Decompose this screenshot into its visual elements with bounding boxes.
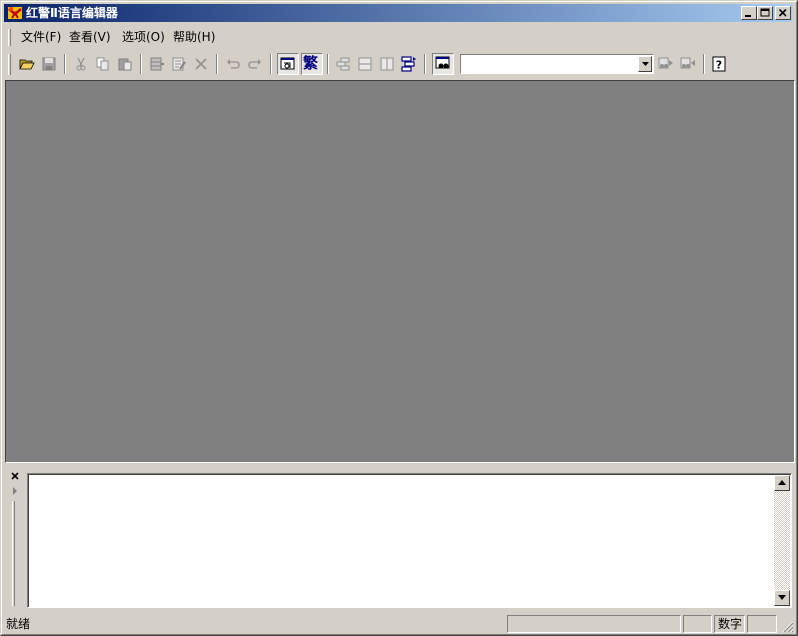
dock-grip[interactable] <box>12 501 15 606</box>
save-icon <box>42 57 56 71</box>
menu-file[interactable]: 文件(F) <box>18 29 64 46</box>
num-lock-indicator: 数字 <box>714 615 745 633</box>
chevron-down-icon <box>642 62 649 66</box>
window-title: 红警Ⅱ语言编辑器 <box>26 6 118 20</box>
menu-view[interactable]: 查看(V) <box>66 29 114 46</box>
status-text: 就绪 <box>6 617 31 631</box>
tree-view-button[interactable] <box>332 53 354 75</box>
close-icon <box>778 8 787 17</box>
output-panel[interactable] <box>27 473 792 608</box>
edit-icon <box>172 57 186 71</box>
menu-options[interactable]: 选项(O) <box>119 29 168 46</box>
insert-button[interactable] <box>146 53 168 75</box>
find-button[interactable] <box>432 53 454 75</box>
menu-bar-grip[interactable] <box>8 29 11 46</box>
tool-window-icon <box>280 57 295 70</box>
cut-button[interactable] <box>70 53 92 75</box>
open-folder-icon <box>19 59 35 70</box>
toolbar-separator <box>327 54 329 74</box>
search-combobox-dropdown[interactable] <box>638 56 652 72</box>
sync-tree-icon <box>401 56 416 72</box>
copy-button[interactable] <box>92 53 114 75</box>
delete-icon <box>195 58 207 70</box>
cut-icon <box>76 57 86 71</box>
output-scrollbar[interactable] <box>774 475 790 606</box>
traditional-chinese-button[interactable]: 繁 <box>301 53 323 75</box>
help-icon: ? <box>712 56 726 72</box>
maximize-button[interactable] <box>757 6 773 20</box>
close-button[interactable] <box>775 6 791 20</box>
menu-help[interactable]: 帮助(H) <box>170 29 218 46</box>
minimize-icon <box>745 15 751 17</box>
horizontal-split-icon <box>358 57 372 71</box>
help-button[interactable]: ? <box>708 53 730 75</box>
toolbar: 繁 ? <box>4 52 792 78</box>
status-bar: 就绪 数字 <box>4 614 794 633</box>
redo-button[interactable] <box>244 53 266 75</box>
chevron-up-icon <box>778 480 786 485</box>
output-panel-frame <box>28 474 791 607</box>
traditional-chinese-icon: 繁 <box>303 54 319 72</box>
scroll-up-button[interactable] <box>774 475 790 491</box>
find-next-button[interactable] <box>655 53 677 75</box>
toolbar-separator <box>140 54 142 74</box>
close-icon[interactable] <box>10 471 20 481</box>
vertical-split-button[interactable] <box>376 53 398 75</box>
paste-icon <box>118 58 132 71</box>
toolbar-grip[interactable] <box>8 54 11 75</box>
svg-text:?: ? <box>716 59 722 72</box>
search-combobox[interactable] <box>460 54 654 74</box>
paste-button[interactable] <box>114 53 136 75</box>
copy-icon <box>96 57 109 71</box>
vertical-split-icon <box>380 57 394 71</box>
tree-view-icon <box>336 57 350 71</box>
resize-grip-icon[interactable] <box>780 619 794 633</box>
find-previous-icon <box>680 57 695 69</box>
title-bar[interactable]: 红警Ⅱ语言编辑器 <box>4 4 792 22</box>
status-pane <box>683 615 712 633</box>
app-icon[interactable] <box>7 5 23 21</box>
undo-button[interactable] <box>222 53 244 75</box>
redo-icon <box>248 59 261 69</box>
menu-bar: 文件(F) 查看(V) 选项(O) 帮助(H) <box>4 26 792 48</box>
toolbar-separator <box>64 54 66 74</box>
status-pane <box>747 615 777 633</box>
scroll-down-button[interactable] <box>774 590 790 606</box>
toolbar-separator <box>270 54 272 74</box>
app-window: 红警Ⅱ语言编辑器 文件(F) 查看(V) 选项(O) 帮助(H) 繁 ? 就绪 … <box>0 0 798 636</box>
maximize-icon <box>760 8 770 17</box>
chevron-down-icon <box>778 595 786 600</box>
save-button[interactable] <box>38 53 60 75</box>
delete-button[interactable] <box>190 53 212 75</box>
open-button[interactable] <box>16 53 38 75</box>
sync-tree-button[interactable] <box>398 53 420 75</box>
status-pane <box>507 615 681 633</box>
expand-arrow-icon[interactable] <box>12 487 18 495</box>
horizontal-split-button[interactable] <box>354 53 376 75</box>
edit-button[interactable] <box>168 53 190 75</box>
output-dock <box>4 467 794 612</box>
toolbar-separator <box>703 54 705 74</box>
insert-row-icon <box>150 57 164 71</box>
toolbar-separator <box>424 54 426 74</box>
find-previous-button[interactable] <box>677 53 699 75</box>
document-area[interactable] <box>5 80 795 463</box>
minimize-button[interactable] <box>741 6 757 20</box>
find-icon <box>435 56 450 69</box>
undo-icon <box>227 59 240 69</box>
tool-window-button[interactable] <box>277 53 299 75</box>
toolbar-separator <box>216 54 218 74</box>
find-next-icon <box>658 57 673 69</box>
